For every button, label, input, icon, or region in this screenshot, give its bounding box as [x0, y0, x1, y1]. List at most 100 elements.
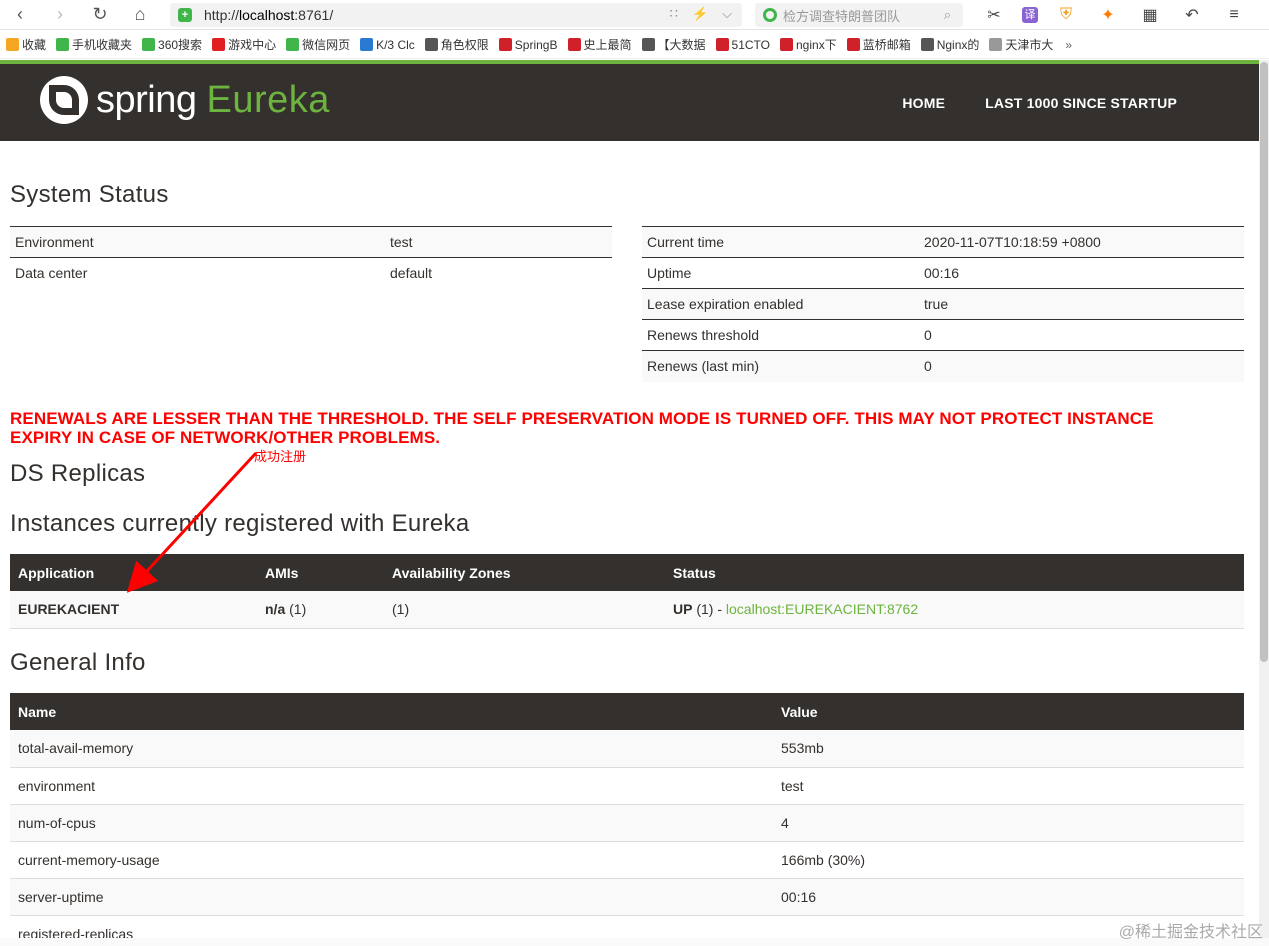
home-icon[interactable]: ⌂	[120, 0, 160, 30]
bookmark-item[interactable]: 360搜索	[142, 36, 202, 53]
status-key: Lease expiration enabled	[642, 288, 919, 320]
bookmark-item[interactable]: 【大数据	[641, 36, 706, 53]
status-row: Lease expiration enabled true	[642, 288, 1244, 320]
status-row: Uptime 00:16	[642, 257, 1244, 289]
self-preservation-warning: RENEWALS ARE LESSER THAN THE THRESHOLD. …	[10, 409, 1250, 447]
status-key: Current time	[642, 226, 919, 258]
bookmark-icon	[286, 38, 300, 51]
bookmark-item[interactable]: 收藏	[6, 36, 46, 53]
bookmark-icon	[846, 38, 860, 51]
status-row: Current time 2020-11-07T10:18:59 +0800	[642, 226, 1244, 258]
reload-icon[interactable]: ↻	[80, 0, 120, 30]
info-row: num-of-cpus 4	[10, 804, 1244, 842]
eureka-navbar: spring Eureka HOME LAST 1000 SINCE START…	[0, 60, 1259, 141]
status-value: 2020-11-07T10:18:59 +0800	[919, 226, 1244, 258]
speed-icon[interactable]: ⚡	[692, 6, 708, 22]
status-value: 0	[919, 319, 1244, 351]
info-name: environment	[10, 767, 773, 805]
bookmark-icon	[920, 38, 934, 51]
search-icon[interactable]: ⌕	[944, 7, 951, 23]
bookmark-item[interactable]: 游戏中心	[212, 36, 276, 53]
search-engine-icon	[763, 8, 777, 22]
nav-last1000-link[interactable]: LAST 1000 SINCE STARTUP	[985, 95, 1177, 111]
status-key: Renews threshold	[642, 319, 919, 351]
bookmarks-more-icon[interactable]: »	[1065, 38, 1072, 52]
bookmarks-bar: 收藏 手机收藏夹 360搜索 游戏中心 微信网页 K/3 Clc 角色权限 SpringB 史上…	[0, 31, 1269, 59]
bookmark-item[interactable]: 手机收藏夹	[56, 36, 132, 53]
browser-toolbar: ‹ › ↻ ⌂ + http://localhost:8761/ ∷ ⚡ ⌵ 检…	[0, 0, 1269, 30]
scrollbar-thumb[interactable]	[1260, 62, 1268, 662]
status-value: default	[385, 257, 612, 289]
status-row: Renews (last min) 0	[642, 350, 1244, 382]
annotation-label: 成功注册	[254, 449, 307, 464]
brand[interactable]: spring Eureka	[40, 76, 330, 124]
bookmark-item[interactable]: Nginx的	[920, 36, 980, 53]
shield-icon[interactable]: ⛨	[1052, 6, 1080, 24]
bookmark-icon	[424, 38, 438, 51]
info-value: 00:16	[773, 878, 1244, 916]
instances-table: Application AMIs Availability Zones Status …	[10, 554, 1244, 629]
page-scrollbar[interactable]	[1259, 60, 1269, 946]
bookmark-icon	[142, 38, 156, 51]
bookmark-label: 微信网页	[302, 38, 351, 52]
bookmark-icon	[360, 38, 374, 51]
scissors-icon[interactable]: ✂	[980, 5, 1008, 25]
column-header: Availability Zones	[384, 554, 665, 591]
info-row: environment test	[10, 767, 1244, 805]
bookmark-label: 收藏	[22, 38, 47, 52]
bookmark-icon	[56, 38, 70, 51]
address-bar[interactable]: + http://localhost:8761/ ∷ ⚡ ⌵	[170, 3, 742, 27]
info-value: 4	[773, 804, 1244, 842]
bookmark-item[interactable]: 天津市大	[989, 36, 1053, 53]
menu-icon[interactable]: ≡	[1220, 6, 1248, 24]
system-status-title: System Status	[10, 181, 169, 208]
system-status-left-table: Environment test Data center default	[10, 226, 612, 289]
forward-icon[interactable]: ›	[40, 0, 80, 30]
bookmark-label: Nginx的	[936, 38, 980, 52]
status-key: Data center	[10, 257, 385, 289]
amis-value: n/a	[265, 601, 286, 618]
status-value: true	[919, 288, 1244, 320]
instance-zones: (1)	[384, 591, 665, 629]
nav-home-link[interactable]: HOME	[902, 95, 945, 111]
bookmark-item[interactable]: K/3 Clc	[360, 38, 415, 52]
nav-links: HOME LAST 1000 SINCE STARTUP	[902, 64, 1177, 141]
instances-title: Instances currently registered with Eure…	[10, 510, 470, 537]
info-value: 166mb (30%)	[773, 841, 1244, 879]
info-name: server-uptime	[10, 878, 773, 916]
warning-line-1: RENEWALS ARE LESSER THAN THE THRESHOLD. …	[10, 409, 1154, 428]
search-input[interactable]: 检方调查特朗普团队 ⌕	[755, 3, 963, 27]
gamepad-icon[interactable]: ✦	[1094, 5, 1122, 25]
bookmark-item[interactable]: 蓝桥邮箱	[846, 36, 911, 53]
qr-icon[interactable]: ∷	[670, 6, 678, 22]
bookmark-label: 天津市大	[1005, 38, 1054, 52]
status-row: Environment test	[10, 226, 612, 258]
bookmark-icon	[567, 38, 581, 51]
instance-link[interactable]: localhost:EUREKACIENT:8762	[726, 601, 918, 617]
undo-icon[interactable]: ↶	[1178, 5, 1206, 25]
url-prefix: http://	[204, 7, 240, 23]
status-up: UP	[673, 601, 693, 618]
bookmark-label: nginx下	[796, 38, 837, 52]
bookmark-item[interactable]: SpringB	[498, 37, 558, 52]
instance-app: EUREKACIENT	[10, 591, 257, 629]
bookmark-item[interactable]: 角色权限	[424, 36, 489, 53]
bookmark-item[interactable]: 微信网页	[286, 36, 350, 53]
status-row: Renews threshold 0	[642, 319, 1244, 351]
bookmark-icon	[641, 38, 655, 51]
bookmark-label: 手机收藏夹	[72, 38, 133, 52]
bookmark-item[interactable]: 51CTO	[715, 38, 770, 52]
watermark: @稀土掘金技术社区	[1118, 924, 1263, 941]
bookmark-label: 游戏中心	[228, 38, 277, 52]
info-name: num-of-cpus	[10, 804, 773, 842]
search-placeholder: 检方调查特朗普团队	[783, 8, 901, 24]
back-icon[interactable]: ‹	[0, 0, 40, 30]
chevron-down-icon[interactable]: ⌵	[722, 6, 732, 22]
bookmark-item[interactable]: nginx下	[780, 36, 837, 53]
bookmark-item[interactable]: 史上最简	[567, 36, 632, 53]
bookmark-icon	[6, 38, 19, 51]
translate-icon[interactable]: 译	[1022, 7, 1038, 23]
info-row: server-uptime 00:16	[10, 878, 1244, 916]
bookmark-label: SpringB	[514, 37, 558, 52]
grid-icon[interactable]: ▦	[1136, 5, 1164, 25]
